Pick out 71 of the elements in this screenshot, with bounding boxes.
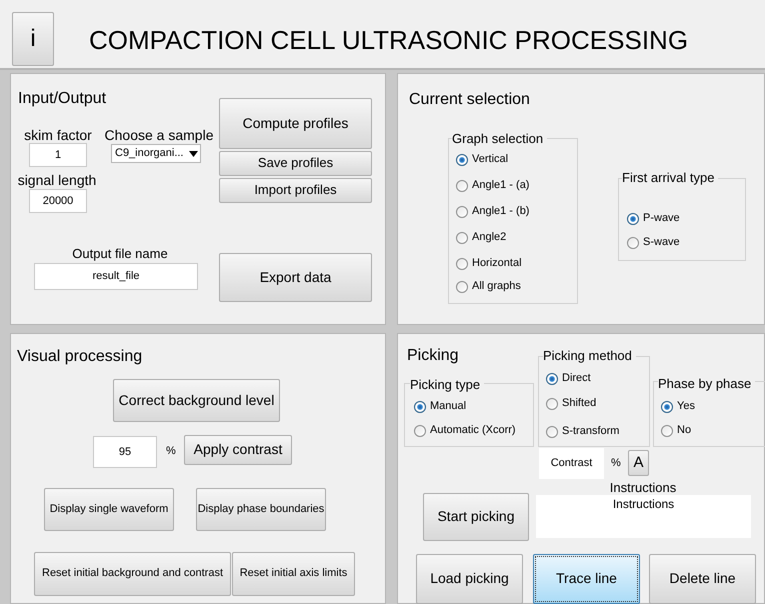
radio-label[interactable]: Horizontal bbox=[472, 258, 522, 269]
picking-button[interactable]: Trace line bbox=[533, 554, 640, 604]
display-button[interactable]: Reset initial background and contrast bbox=[34, 552, 231, 596]
radio-label[interactable]: Direct bbox=[562, 373, 591, 384]
output-file-field[interactable]: result_file bbox=[34, 263, 198, 290]
radio-button[interactable] bbox=[414, 425, 426, 437]
radio-button[interactable] bbox=[546, 426, 558, 438]
sample-dropdown[interactable]: C9_inorgani... bbox=[111, 144, 201, 163]
radio-button[interactable] bbox=[627, 213, 639, 225]
radio-label[interactable]: S-transform bbox=[562, 426, 620, 437]
group-title: Graph selection bbox=[452, 132, 548, 145]
radio-button[interactable] bbox=[414, 401, 426, 413]
profile-button[interactable]: Compute profiles bbox=[219, 98, 372, 149]
panel-title: Visual processing bbox=[17, 349, 142, 365]
percent-label: % bbox=[166, 446, 176, 457]
contrast-field[interactable]: 95 bbox=[93, 436, 157, 468]
radio-label[interactable]: Shifted bbox=[562, 398, 596, 409]
radio-label[interactable]: S-wave bbox=[643, 237, 680, 248]
correct-background-button[interactable]: Correct background level bbox=[113, 379, 280, 422]
group-title: First arrival type bbox=[622, 171, 718, 184]
panel-title: Picking bbox=[407, 348, 459, 364]
contrast-field[interactable]: Contrast bbox=[539, 448, 604, 479]
radio-label[interactable]: No bbox=[677, 425, 692, 436]
radio-button[interactable] bbox=[456, 180, 468, 192]
radio-label[interactable]: Automatic (Xcorr) bbox=[430, 425, 516, 436]
radio-label[interactable]: Angle1 - (b) bbox=[472, 206, 530, 217]
instructions-box: Instructions bbox=[536, 495, 751, 538]
radio-button[interactable] bbox=[456, 206, 468, 218]
radio-label[interactable]: P-wave bbox=[643, 213, 680, 224]
radio-label[interactable]: Angle2 bbox=[472, 232, 506, 243]
info-button[interactable]: i bbox=[12, 12, 54, 66]
radio-button[interactable] bbox=[456, 258, 468, 270]
display-button[interactable]: Reset initial axis limits bbox=[232, 552, 355, 596]
start-picking-button[interactable]: Start picking bbox=[423, 493, 529, 541]
display-button[interactable]: Display single waveform bbox=[44, 488, 174, 531]
profile-button[interactable]: Import profiles bbox=[219, 178, 372, 203]
radio-label[interactable]: Vertical bbox=[472, 154, 508, 165]
label-text: Output file name bbox=[72, 247, 168, 260]
group-title: Picking method bbox=[543, 349, 636, 362]
instructions-label: Instructions bbox=[610, 481, 676, 494]
group-title: Picking type bbox=[410, 378, 484, 391]
radio-label[interactable]: Angle1 - (a) bbox=[472, 180, 530, 191]
profile-button[interactable]: Save profiles bbox=[219, 151, 372, 176]
radio-button[interactable] bbox=[456, 232, 468, 244]
percent-label: % bbox=[611, 458, 621, 469]
auto-contrast-button[interactable]: A bbox=[628, 450, 649, 476]
panel-title: Input/Output bbox=[18, 91, 106, 107]
export-button[interactable]: Export data bbox=[219, 253, 372, 302]
display-button[interactable]: Display phase boundaries bbox=[196, 488, 326, 531]
radio-label[interactable]: All graphs bbox=[472, 281, 521, 292]
radio-button[interactable] bbox=[456, 154, 468, 166]
app-title: COMPACTION CELL ULTRASONIC PROCESSING bbox=[89, 27, 688, 53]
radio-label[interactable]: Yes bbox=[677, 401, 695, 412]
panel-title: Current selection bbox=[409, 92, 530, 108]
caret-icon bbox=[189, 150, 198, 156]
radio-button[interactable] bbox=[546, 398, 558, 410]
signal-length-field[interactable]: 20000 bbox=[29, 189, 87, 213]
radio-button[interactable] bbox=[627, 237, 639, 249]
apply-contrast-button[interactable]: Apply contrast bbox=[184, 435, 292, 465]
skim-factor-field[interactable]: 1 bbox=[29, 143, 87, 167]
label-text: skim factor bbox=[24, 128, 92, 142]
picking-button[interactable]: Delete line bbox=[649, 554, 756, 604]
group-title: Phase by phase bbox=[658, 377, 756, 390]
radio-button[interactable] bbox=[661, 401, 673, 413]
radio-label[interactable]: Manual bbox=[430, 401, 466, 412]
picking-button[interactable]: Load picking bbox=[416, 554, 523, 604]
radio-button[interactable] bbox=[546, 373, 558, 385]
radio-button[interactable] bbox=[456, 281, 468, 293]
radio-button[interactable] bbox=[661, 425, 673, 437]
label-text: signal length bbox=[18, 173, 96, 187]
label-text: Choose a sample bbox=[104, 128, 214, 142]
